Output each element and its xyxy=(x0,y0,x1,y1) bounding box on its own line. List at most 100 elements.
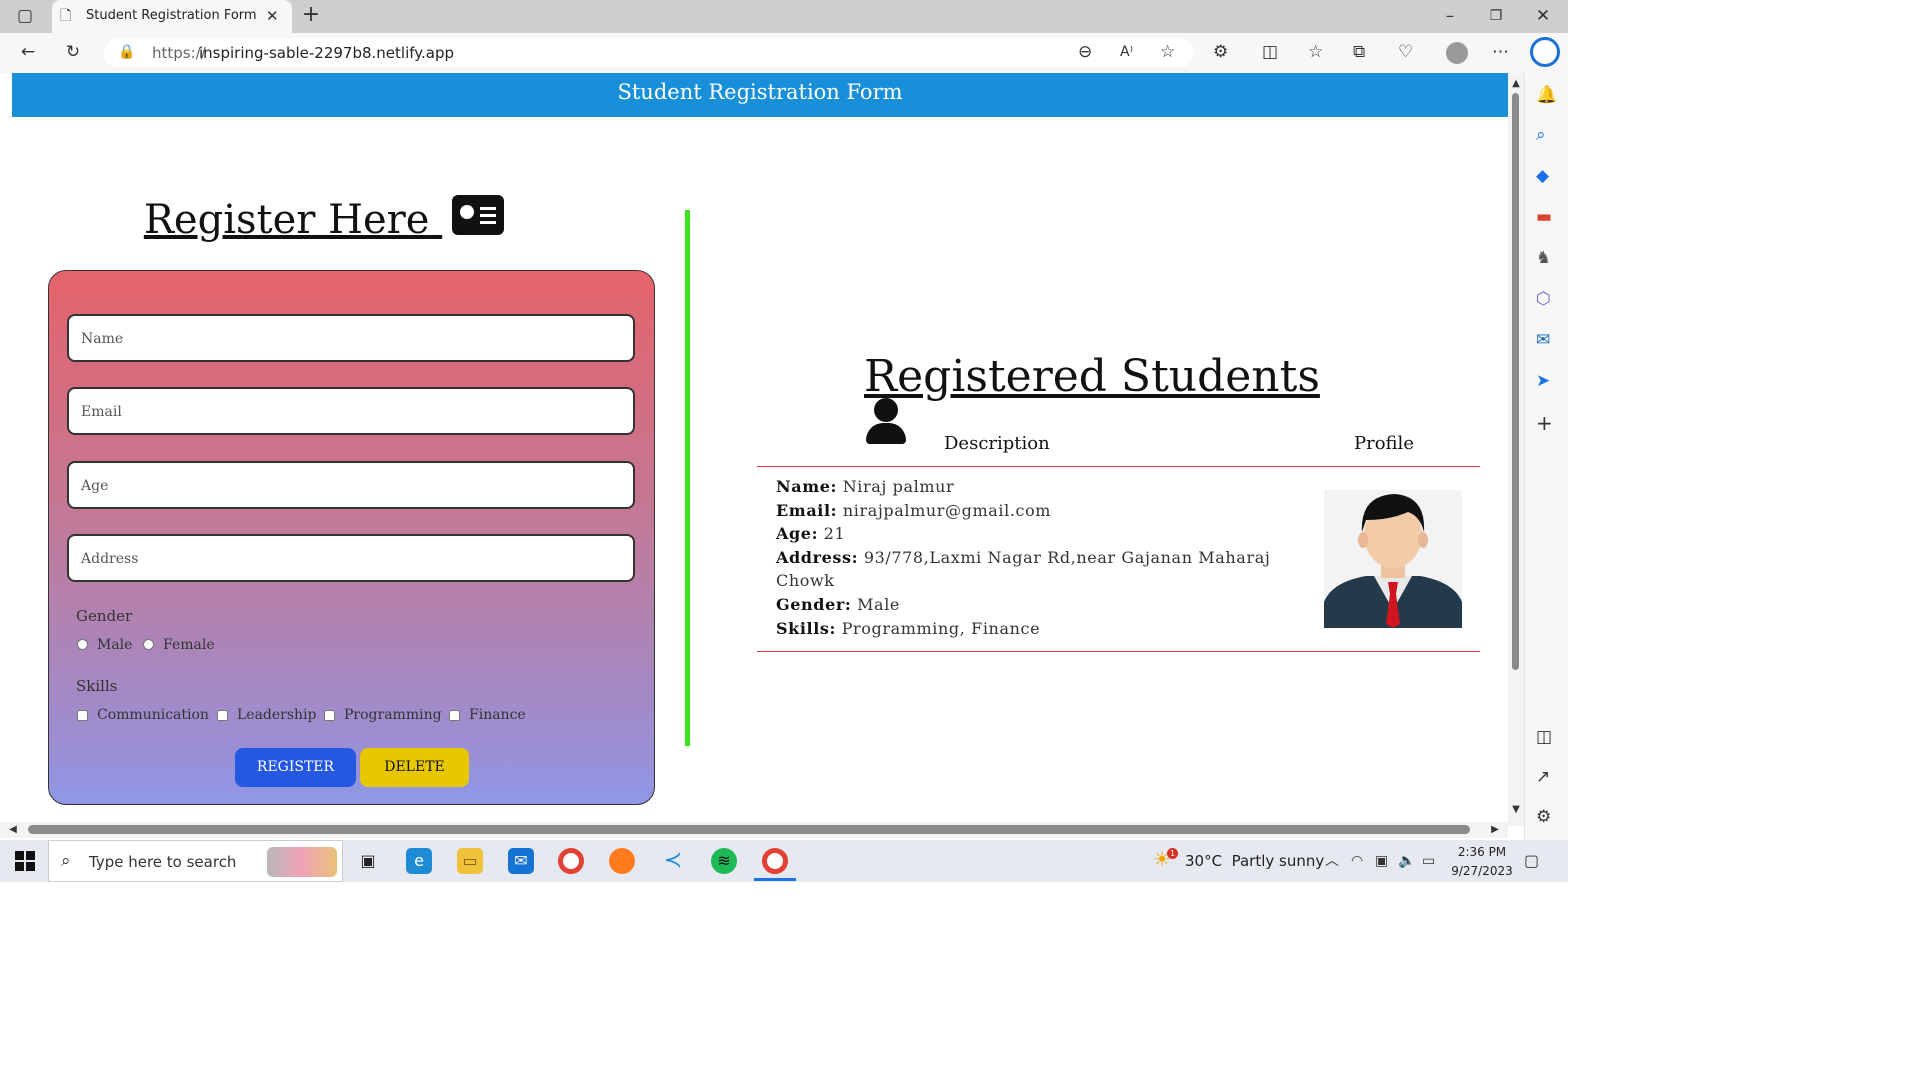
clock-date[interactable]: 9/27/2023 xyxy=(1449,864,1515,878)
skill-programming-checkbox[interactable] xyxy=(324,710,335,721)
task-view-icon[interactable]: ▣ xyxy=(355,848,381,874)
outlook-icon[interactable]: ✉ xyxy=(1536,330,1550,350)
sidebar-panel-icon[interactable]: ◫ xyxy=(1536,727,1552,747)
student-address-row: Address: 93/778,Laxmi Nagar Rd,near Gaja… xyxy=(776,548,1270,567)
age-input[interactable]: Age xyxy=(67,461,635,509)
file-explorer-icon[interactable]: ▭ xyxy=(457,848,483,874)
scroll-down-arrow-icon[interactable]: ▼ xyxy=(1509,800,1523,820)
page-icon: 🗋 xyxy=(60,8,72,24)
gender-female-radio[interactable] xyxy=(143,639,154,650)
profile-avatar-icon[interactable] xyxy=(1446,42,1468,64)
scroll-left-arrow-icon[interactable]: ◀ xyxy=(6,820,20,840)
browser-tab[interactable]: 🗋 Student Registration Form ✕ xyxy=(52,0,292,33)
firefox-icon[interactable] xyxy=(609,848,635,874)
games-icon[interactable]: ♞ xyxy=(1536,248,1551,268)
lock-icon[interactable]: 🔒 xyxy=(118,42,135,62)
settings-gear-icon[interactable]: ⚙ xyxy=(1536,807,1551,827)
device-icon[interactable]: ▣ xyxy=(1375,851,1388,871)
read-aloud-icon[interactable]: A⁾ xyxy=(1120,42,1133,62)
student-name-row: Name: Niraj palmur xyxy=(776,477,954,496)
edge-sidebar: 🔔 ⌕ ◆ ▬ ♞ ⬡ ✉ ➤ + ◫ ↗ ⚙ xyxy=(1524,73,1568,840)
mail-icon[interactable]: ✉ xyxy=(508,848,534,874)
address-key: Address: xyxy=(776,548,859,567)
email-input[interactable]: Email xyxy=(67,387,635,435)
address-input[interactable]: Address xyxy=(67,534,635,582)
skill-finance-checkbox[interactable] xyxy=(449,710,460,721)
name-key: Name: xyxy=(776,477,838,496)
weather-alert-badge: 1 xyxy=(1167,848,1178,859)
skills-key: Skills: xyxy=(776,619,836,638)
register-title: Register Here xyxy=(124,195,524,243)
register-title-text: Register Here xyxy=(143,197,430,243)
clock-time[interactable]: 2:36 PM xyxy=(1452,845,1512,859)
student-age-row: Age: 21 xyxy=(776,524,845,543)
vscode-icon[interactable]: ≺ xyxy=(660,848,686,874)
chrome-profile-icon[interactable] xyxy=(762,848,788,874)
student-email-row: Email: nirajpalmur@gmail.com xyxy=(776,501,1051,520)
student-skills-row: Skills: Programming, Finance xyxy=(776,619,1040,638)
performance-icon[interactable]: ♡ xyxy=(1398,42,1413,62)
microsoft365-icon[interactable]: ⬡ xyxy=(1536,289,1551,309)
weather-text[interactable]: 30°C Partly sunny xyxy=(1185,852,1324,870)
name-input[interactable]: Name xyxy=(67,314,635,362)
favorites-icon[interactable]: ☆ xyxy=(1308,42,1323,62)
gender-male-label: Male xyxy=(97,637,133,653)
url-prefix: https:// xyxy=(152,44,206,62)
restore-icon[interactable]: ❐ xyxy=(1486,6,1506,26)
open-external-icon[interactable]: ↗ xyxy=(1536,767,1550,787)
email-key: Email: xyxy=(776,501,838,520)
vertical-divider xyxy=(685,210,690,746)
more-menu-icon[interactable]: ⋯ xyxy=(1492,42,1509,62)
close-tab-icon[interactable]: ✕ xyxy=(266,6,279,26)
notification-center-icon[interactable]: ▢ xyxy=(1524,851,1539,871)
search-icon[interactable]: ⌕ xyxy=(1536,125,1546,145)
wifi-icon[interactable]: ◠ xyxy=(1351,851,1363,871)
businessman-avatar-image xyxy=(1324,490,1462,628)
extensions-icon[interactable]: ⚙ xyxy=(1213,42,1228,62)
skill-leadership-checkbox[interactable] xyxy=(217,710,228,721)
age-key: Age: xyxy=(776,524,819,543)
tools-icon[interactable]: ▬ xyxy=(1536,207,1552,227)
delete-button[interactable]: DELETE xyxy=(360,748,469,787)
student-age: 21 xyxy=(823,524,846,543)
bell-icon[interactable]: 🔔 xyxy=(1536,85,1557,105)
back-icon[interactable]: ← xyxy=(17,42,39,62)
favorite-star-icon[interactable]: ☆ xyxy=(1160,42,1175,62)
search-icon: ⌕ xyxy=(61,851,71,871)
edge-app-icon[interactable]: e xyxy=(406,848,432,874)
registered-students-title: Registered Students xyxy=(864,351,1364,454)
column-header-description: Description xyxy=(944,433,1050,454)
address-bar[interactable]: 🔒 https:// inspiring-sable-2297b8.netlif… xyxy=(104,38,1194,67)
register-button[interactable]: REGISTER xyxy=(235,748,356,787)
collections-icon[interactable]: ⧉ xyxy=(1353,42,1365,62)
scroll-up-arrow-icon[interactable]: ▲ xyxy=(1509,74,1523,94)
skill-leadership-label: Leadership xyxy=(237,707,317,723)
active-app-indicator xyxy=(754,878,796,881)
copilot-icon[interactable] xyxy=(1530,37,1560,67)
skill-communication-checkbox[interactable] xyxy=(77,710,88,721)
gender-male-radio[interactable] xyxy=(77,639,88,650)
battery-icon[interactable]: ▭ xyxy=(1422,851,1435,871)
vertical-scroll-thumb[interactable] xyxy=(1512,93,1519,670)
table-header-rule xyxy=(757,466,1480,467)
close-window-icon[interactable]: ✕ xyxy=(1533,6,1553,26)
horizontal-scroll-thumb[interactable] xyxy=(28,825,1470,834)
student-address-row-2: Chowk xyxy=(776,571,835,590)
taskbar-search-box[interactable]: ⌕ Type here to search xyxy=(48,840,343,882)
scroll-right-arrow-icon[interactable]: ▶ xyxy=(1488,820,1502,840)
spotify-icon[interactable]: ≋ xyxy=(711,848,737,874)
windows-start-icon[interactable] xyxy=(15,851,35,871)
chevron-up-icon[interactable]: ︿ xyxy=(1325,851,1339,871)
send-icon[interactable]: ➤ xyxy=(1536,371,1550,391)
volume-icon[interactable]: 🔈 xyxy=(1398,851,1415,871)
refresh-icon[interactable]: ↻ xyxy=(62,42,84,62)
chrome-icon[interactable] xyxy=(558,848,584,874)
new-tab-icon[interactable]: + xyxy=(300,4,322,26)
split-screen-icon[interactable]: ◫ xyxy=(1262,42,1278,62)
add-sidebar-icon[interactable]: + xyxy=(1536,413,1553,433)
zoom-icon[interactable]: ⊖ xyxy=(1078,42,1092,62)
table-bottom-rule xyxy=(757,651,1480,652)
tag-icon[interactable]: ◆ xyxy=(1536,166,1549,186)
tab-actions-icon[interactable]: ▢ xyxy=(14,6,36,28)
minimize-icon[interactable]: – xyxy=(1440,6,1460,26)
